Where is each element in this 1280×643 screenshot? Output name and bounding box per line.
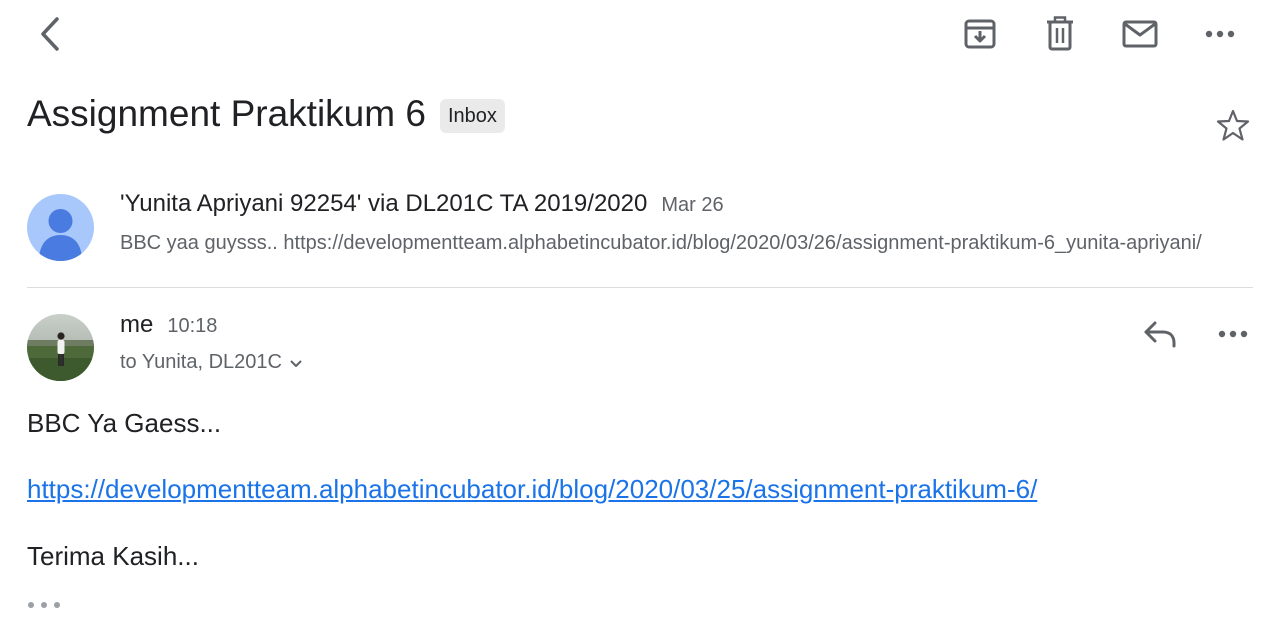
person-icon bbox=[39, 209, 82, 261]
message-header-me[interactable]: me 10:18 bbox=[120, 311, 217, 339]
subject-row: Assignment Praktikum 6 Inbox bbox=[27, 90, 505, 138]
recipients-text: to Yunita, DL201C bbox=[120, 351, 282, 373]
mail-icon bbox=[1122, 20, 1158, 48]
body-line-thanks: Terima Kasih... bbox=[27, 541, 199, 571]
thread-subject: Assignment Praktikum 6 bbox=[27, 93, 426, 134]
show-trimmed-content-button[interactable] bbox=[28, 598, 60, 612]
trash-icon bbox=[1047, 16, 1073, 51]
star-outline-icon bbox=[1216, 109, 1250, 141]
recipients-toggle[interactable]: to Yunita, DL201C bbox=[120, 351, 302, 374]
message-header[interactable]: 'Yunita Apriyani 92254' via DL201C TA 20… bbox=[120, 190, 724, 218]
body-link[interactable]: https://developmentteam.alphabetincubato… bbox=[27, 474, 1037, 505]
delete-button[interactable] bbox=[1036, 10, 1084, 58]
dot bbox=[28, 602, 34, 608]
more-horizontal-icon bbox=[1218, 330, 1248, 338]
message-date: Mar 26 bbox=[661, 194, 724, 216]
reply-icon bbox=[1144, 321, 1176, 348]
body-line-greeting: BBC Ya Gaess... bbox=[27, 408, 222, 438]
archive-icon bbox=[964, 19, 996, 49]
sender-name: 'Yunita Apriyani 92254' via DL201C TA 20… bbox=[120, 190, 648, 217]
chevron-down-icon bbox=[290, 360, 302, 367]
message-time: 10:18 bbox=[167, 315, 218, 337]
back-button[interactable] bbox=[26, 10, 74, 58]
more-horizontal-icon bbox=[1205, 30, 1235, 38]
message-more-button[interactable] bbox=[1209, 310, 1257, 358]
dot bbox=[54, 602, 60, 608]
archive-button[interactable] bbox=[956, 10, 1004, 58]
inbox-label[interactable]: Inbox bbox=[439, 99, 505, 133]
reply-button[interactable] bbox=[1136, 310, 1184, 358]
my-avatar[interactable] bbox=[27, 314, 94, 381]
sender-name-me: me bbox=[120, 311, 154, 338]
star-button[interactable] bbox=[1209, 101, 1257, 149]
dot bbox=[41, 602, 47, 608]
sender-avatar[interactable] bbox=[27, 194, 94, 261]
message-divider bbox=[27, 287, 1253, 288]
photo-avatar-icon bbox=[27, 314, 94, 381]
chevron-left-icon bbox=[41, 17, 59, 51]
mark-unread-button[interactable] bbox=[1116, 10, 1164, 58]
message-snippet[interactable]: BBC yaa guysss.. https://developmentteam… bbox=[120, 232, 1232, 255]
toolbar-more-button[interactable] bbox=[1196, 10, 1244, 58]
